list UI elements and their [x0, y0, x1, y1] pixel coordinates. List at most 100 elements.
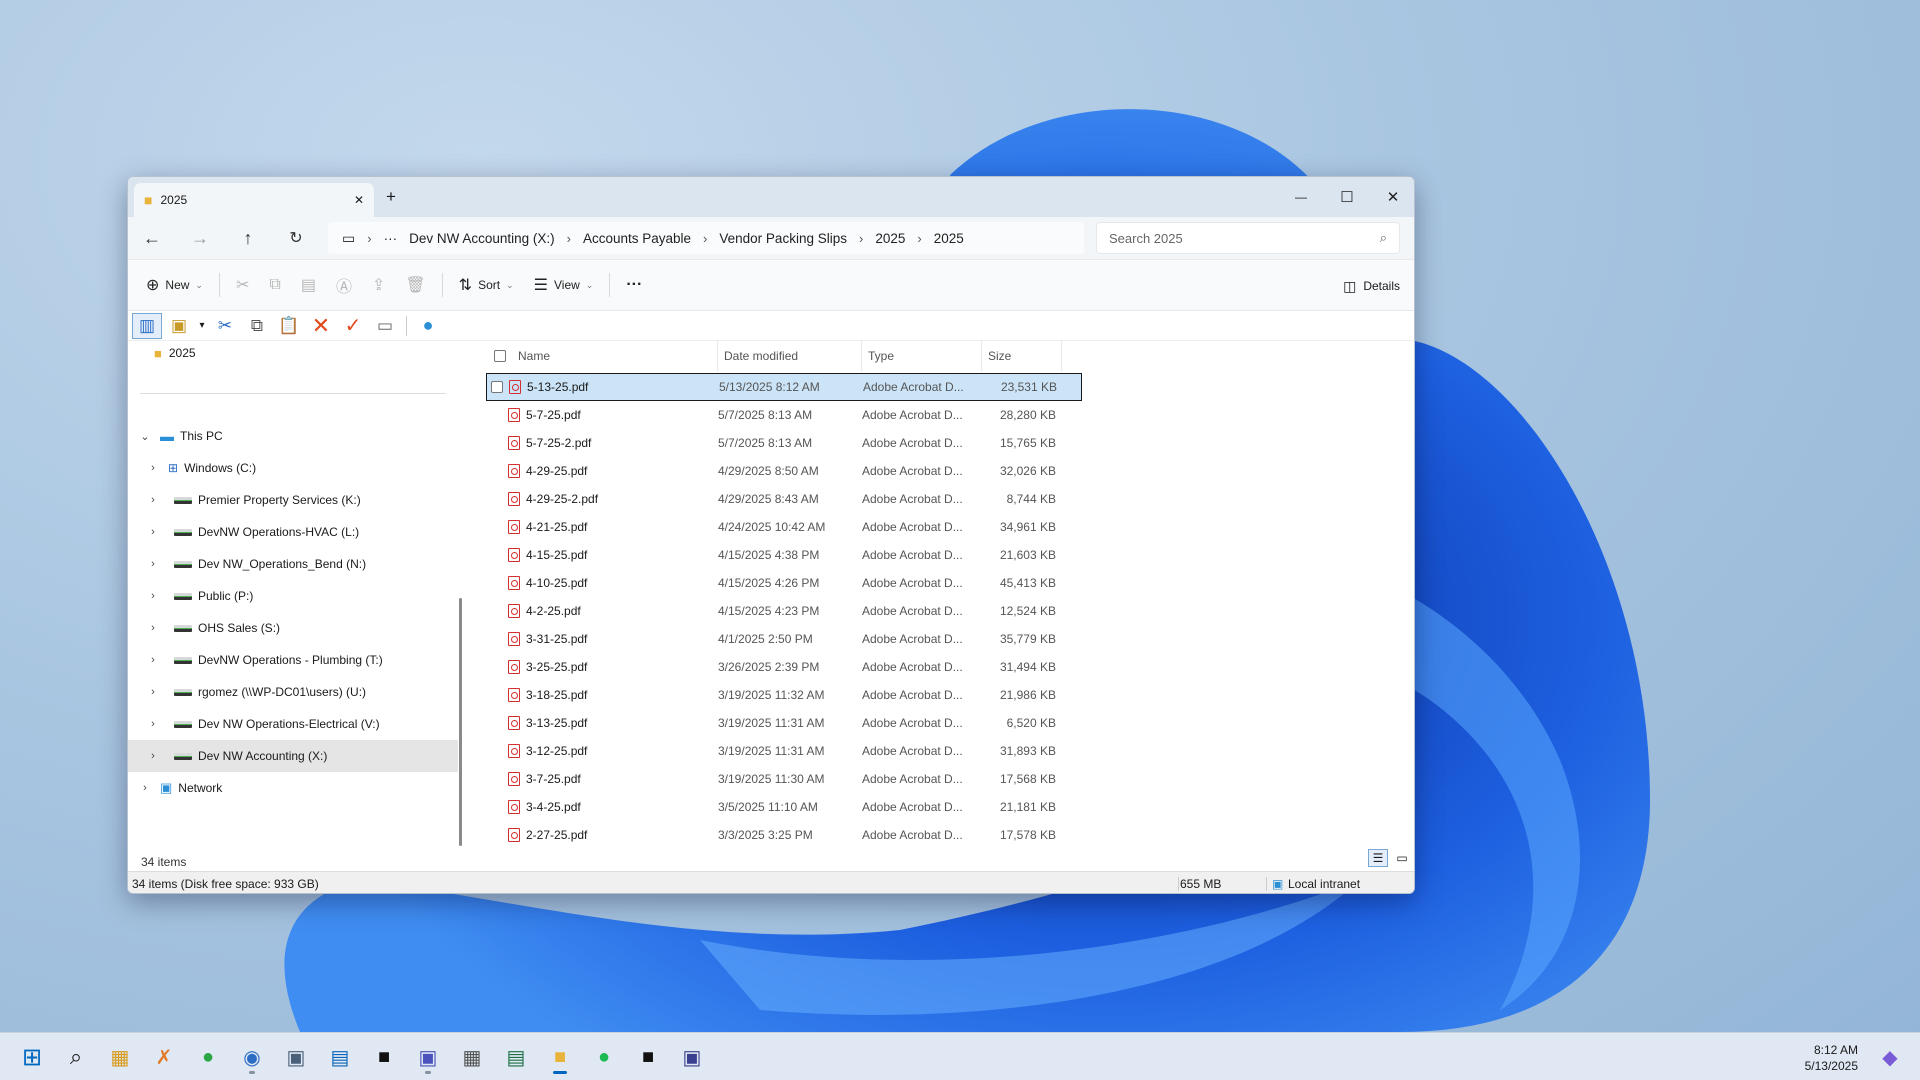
file-name-cell[interactable]: 5-13-25.pdf	[487, 380, 719, 394]
nav-drive-x[interactable]: › Dev NW Accounting (X:)	[128, 740, 458, 772]
delete-button[interactable]: 🗑	[395, 268, 435, 302]
new-tab-button[interactable]: +	[386, 187, 396, 207]
table-row[interactable]: 2-27-25.pdf 3/3/2025 3:25 PM Adobe Acrobat…	[486, 821, 1082, 849]
up-arrow-icon[interactable]: ↑	[224, 220, 272, 256]
table-row[interactable]: 3-13-25.pdf 3/19/2025 11:31 AM Adobe Acrob…	[486, 709, 1082, 737]
view-button[interactable]: ☰ View ⌄	[524, 268, 604, 302]
table-row[interactable]: 3-18-25.pdf 3/19/2025 11:32 AM Adobe Acrob…	[486, 681, 1082, 709]
chevron-right-icon[interactable]: ›	[146, 526, 160, 538]
chevron-right-icon[interactable]: ›	[146, 686, 160, 698]
breadcrumb-vendor-packing-slips[interactable]: Vendor Packing Slips	[713, 231, 853, 246]
refresh-icon[interactable]: ↻	[272, 220, 320, 256]
chevron-right-icon[interactable]: ›	[146, 558, 160, 570]
app-icon-7[interactable]: ▣	[674, 1039, 710, 1075]
table-row[interactable]: 5-7-25.pdf 5/7/2025 8:13 AM Adobe Acrobat …	[486, 401, 1082, 429]
file-name-cell[interactable]: 3-18-25.pdf	[486, 688, 718, 702]
chevron-right-icon[interactable]: ›	[146, 590, 160, 602]
column-size[interactable]: Size	[982, 341, 1062, 371]
copy-icon[interactable]: ⧉	[242, 313, 272, 339]
teams-icon[interactable]: ▣	[410, 1039, 446, 1075]
outlook-icon[interactable]: ▤	[322, 1039, 358, 1075]
forward-arrow-icon[interactable]: →	[176, 220, 224, 256]
table-row[interactable]: 3-31-25.pdf 4/1/2025 2:50 PM Adobe Acrobat…	[486, 625, 1082, 653]
chevron-right-icon[interactable]: ›	[146, 718, 160, 730]
clipboard-icon[interactable]: 📋	[274, 313, 304, 339]
app-icon-4[interactable]: ▣	[278, 1039, 314, 1075]
chevron-right-icon[interactable]: ›	[146, 462, 160, 474]
paste-button[interactable]: ▤	[291, 268, 326, 302]
nav-drive-k[interactable]: › Premier Property Services (K:)	[128, 484, 458, 516]
chevron-right-icon[interactable]: ›	[853, 231, 869, 246]
search-icon[interactable]: ⌕	[58, 1039, 94, 1075]
breadcrumb-overflow[interactable]: ···	[378, 231, 404, 246]
chevron-right-icon[interactable]: ›	[361, 231, 377, 246]
start-button[interactable]: ⊞	[14, 1039, 50, 1075]
delete-x-icon[interactable]: ✕	[306, 313, 336, 339]
app-icon-2[interactable]: ✗	[146, 1039, 182, 1075]
spotify-icon[interactable]: ●	[586, 1039, 622, 1075]
table-row[interactable]: 3-4-25.pdf 3/5/2025 11:10 AM Adobe Acrobat…	[486, 793, 1082, 821]
navigation-pane-icon[interactable]: ▥	[132, 312, 162, 339]
details-view-icon[interactable]: ☰	[1368, 849, 1388, 867]
breadcrumb-drive[interactable]: Dev NW Accounting (X:)	[403, 231, 561, 246]
file-name-cell[interactable]: 3-31-25.pdf	[486, 632, 718, 646]
minimize-button[interactable]: —	[1278, 177, 1324, 217]
nav-scrollbar[interactable]	[459, 598, 462, 846]
search-input[interactable]: Search 2025 ⌕	[1096, 222, 1400, 254]
chrome-icon[interactable]: ◉	[234, 1039, 270, 1075]
file-name-cell[interactable]: 4-29-25-2.pdf	[486, 492, 718, 506]
nav-network[interactable]: › ▣ Network	[128, 772, 458, 804]
column-date[interactable]: Date modified	[718, 341, 862, 371]
more-options-button[interactable]: ···	[616, 268, 652, 302]
scissors-icon[interactable]: ✂	[210, 313, 240, 339]
chevron-right-icon[interactable]: ›	[146, 654, 160, 666]
table-row[interactable]: 4-10-25.pdf 4/15/2025 4:26 PM Adobe Acroba…	[486, 569, 1082, 597]
row-checkbox[interactable]	[491, 381, 503, 393]
nav-drive-p[interactable]: › Public (P:)	[128, 580, 458, 612]
share-button[interactable]: ⇪	[362, 268, 395, 302]
chevron-right-icon[interactable]: ›	[146, 622, 160, 634]
sort-button[interactable]: ⇅ Sort ⌄	[449, 268, 524, 302]
chevron-right-icon[interactable]: ›	[146, 494, 160, 506]
column-name[interactable]: Name	[486, 341, 718, 371]
file-explorer-icon[interactable]: ■	[542, 1039, 578, 1075]
copy-button[interactable]: ⧉	[259, 268, 290, 302]
file-name-cell[interactable]: 4-10-25.pdf	[486, 576, 718, 590]
file-name-cell[interactable]: 4-15-25.pdf	[486, 548, 718, 562]
table-row[interactable]: 3-12-25.pdf 3/19/2025 11:31 AM Adobe Acrob…	[486, 737, 1082, 765]
nav-drive-v[interactable]: › Dev NW Operations-Electrical (V:)	[128, 708, 458, 740]
nav-drive-u[interactable]: › rgomez (\\WP-DC01\users) (U:)	[128, 676, 458, 708]
new-button[interactable]: ⊕ New ⌄	[136, 268, 213, 302]
nav-drive-n[interactable]: › Dev NW_Operations_Bend (N:)	[128, 548, 458, 580]
calculator-icon[interactable]: ▦	[454, 1039, 490, 1075]
table-row[interactable]: 4-29-25.pdf 4/29/2025 8:50 AM Adobe Acroba…	[486, 457, 1082, 485]
nav-drive-l[interactable]: › DevNW Operations-HVAC (L:)	[128, 516, 458, 548]
dropdown-arrow-icon[interactable]: ▾	[196, 313, 208, 339]
copilot-icon[interactable]: ◆	[1872, 1039, 1908, 1075]
close-button[interactable]: ✕	[1370, 177, 1414, 217]
file-name-cell[interactable]: 2-27-25.pdf	[486, 828, 718, 842]
chevron-down-icon[interactable]: ⌄	[138, 430, 152, 443]
nav-this-pc[interactable]: ⌄ ▬ This PC	[128, 420, 458, 452]
rename-box-icon[interactable]: ▭	[370, 313, 400, 339]
file-name-cell[interactable]: 3-13-25.pdf	[486, 716, 718, 730]
table-row[interactable]: 4-21-25.pdf 4/24/2025 10:42 AM Adobe Acrob…	[486, 513, 1082, 541]
table-row[interactable]: 4-15-25.pdf 4/15/2025 4:38 PM Adobe Acroba…	[486, 541, 1082, 569]
app-icon-1[interactable]: ▦	[102, 1039, 138, 1075]
file-name-cell[interactable]: 4-29-25.pdf	[486, 464, 718, 478]
app-icon-5[interactable]: ■	[366, 1039, 402, 1075]
excel-icon[interactable]: ▤	[498, 1039, 534, 1075]
chevron-right-icon[interactable]: ›	[561, 231, 577, 246]
globe-icon[interactable]: ●	[413, 313, 443, 339]
chevron-right-icon[interactable]: ›	[146, 750, 160, 762]
chevron-right-icon[interactable]: ›	[138, 782, 152, 794]
table-row[interactable]: 5-7-25-2.pdf 5/7/2025 8:13 AM Adobe Acroba…	[486, 429, 1082, 457]
checkmark-icon[interactable]: ✓	[338, 313, 368, 339]
file-name-cell[interactable]: 3-12-25.pdf	[486, 744, 718, 758]
chevron-right-icon[interactable]: ›	[697, 231, 713, 246]
chevron-right-icon[interactable]: ›	[911, 231, 927, 246]
table-row[interactable]: 3-25-25.pdf 3/26/2025 2:39 PM Adobe Acroba…	[486, 653, 1082, 681]
nav-drive-s[interactable]: › OHS Sales (S:)	[128, 612, 458, 644]
tab-close-icon[interactable]: ✕	[354, 193, 364, 207]
file-name-cell[interactable]: 4-21-25.pdf	[486, 520, 718, 534]
